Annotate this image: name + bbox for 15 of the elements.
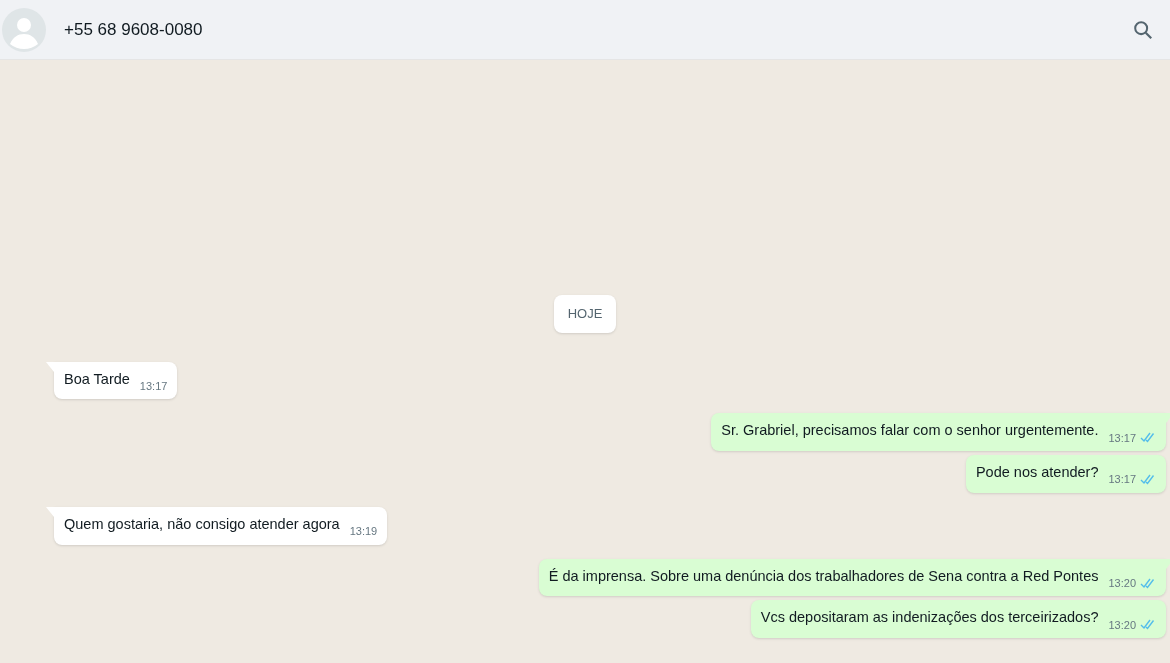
- message-time: 13:20: [1108, 575, 1136, 591]
- message-time: 13:19: [349, 524, 378, 539]
- message-text: Sr. Grabriel, precisamos falar com o senhor urgentemente.: [721, 421, 1099, 441]
- message-text: Quem gostaria, não consigo atender agora: [64, 514, 340, 534]
- message-time: 13:17: [1108, 430, 1136, 446]
- message-time: 13:20: [1108, 617, 1136, 633]
- message-time: 13:17: [139, 378, 168, 394]
- message-time: 13:17: [1108, 472, 1136, 488]
- message-text: Vcs depositaram as indenizações dos terceirizados?: [760, 608, 1099, 628]
- date-label: HOJE: [553, 295, 617, 333]
- message-text: Boa Tarde: [64, 369, 130, 389]
- message-text: Pode nos atender?: [975, 463, 1099, 482]
- message-text: É da imprensa. Sobre uma denúncia dos trabalhadores de Sena contra a Red Pontes: [548, 566, 1099, 586]
- contact-name[interactable]: +55 68 9608-0080: [64, 16, 203, 43]
- search-icon[interactable]: [1132, 18, 1154, 41]
